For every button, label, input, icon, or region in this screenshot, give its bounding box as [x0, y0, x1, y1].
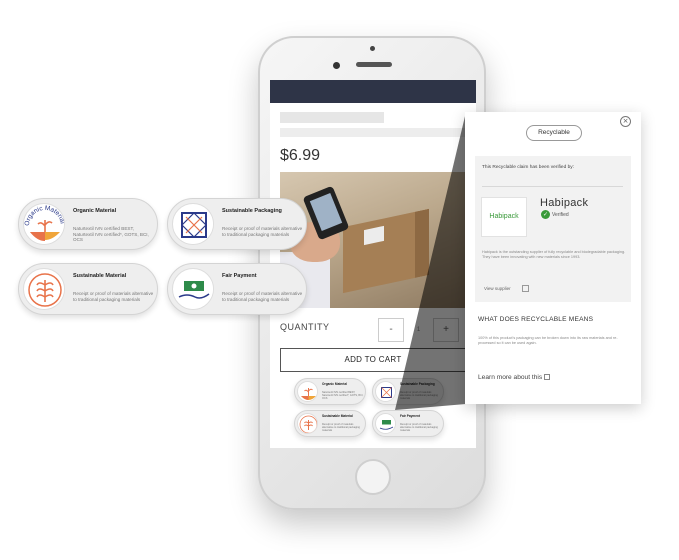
check-icon: ✓: [541, 210, 550, 219]
supplier-logo: Habipack: [481, 197, 527, 237]
verified-status: ✓ Verified: [541, 210, 569, 219]
what-recyclable-description: 100% of this product's packaging can be …: [478, 336, 618, 346]
learn-more-link[interactable]: Learn more about this: [478, 374, 551, 381]
view-supplier-link[interactable]: View supplier: [484, 286, 511, 291]
recyclable-pill: Recyclable: [526, 125, 582, 141]
verification-heading: This Recyclable claim has been verified …: [482, 165, 574, 170]
what-recyclable-heading: WHAT DOES RECYCLABLE MEANS: [478, 316, 594, 323]
external-link-icon[interactable]: [522, 285, 529, 292]
learn-more-label[interactable]: Learn more about this: [478, 374, 542, 381]
supplier-description: Habipack is the outstanding supplier of …: [482, 250, 626, 260]
supplier-name: Habipack: [540, 197, 589, 209]
divider: [482, 186, 623, 187]
external-link-icon[interactable]: [544, 374, 551, 381]
verified-label: Verified: [552, 211, 569, 218]
close-icon[interactable]: ×: [620, 116, 631, 127]
